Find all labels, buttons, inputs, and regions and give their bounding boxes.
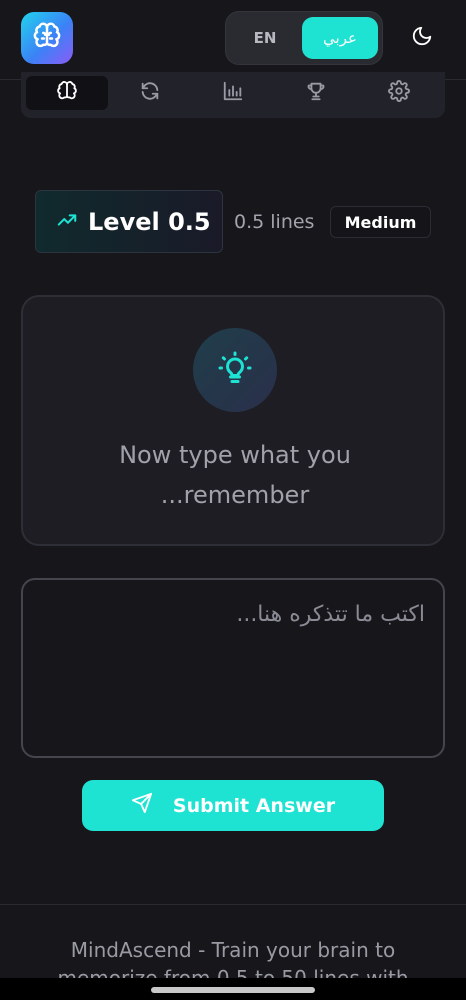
prompt-card: Now type what you ...remember [21, 295, 445, 546]
level-label: Level 0.5 [88, 207, 211, 236]
lang-en-button[interactable]: EN [230, 17, 300, 59]
home-indicator[interactable] [151, 987, 315, 993]
level-card: Level 0.5 [35, 190, 223, 253]
app-logo[interactable] [21, 12, 73, 64]
refresh-icon [139, 80, 161, 106]
app-header: EN عربي [0, 0, 466, 80]
lang-ar-button[interactable]: عربي [302, 17, 378, 59]
lightbulb-badge [193, 328, 277, 412]
nav-tabs [21, 72, 445, 118]
footer-line-1: MindAscend - Train your brain to [70, 938, 396, 962]
tab-practice[interactable] [26, 76, 108, 110]
brain-icon [56, 80, 78, 106]
submit-answer-button[interactable]: Submit Answer [82, 780, 384, 831]
difficulty-badge: Medium [330, 206, 431, 238]
trending-up-icon [56, 209, 78, 235]
footer-divider [0, 904, 466, 905]
lightbulb-icon [217, 350, 253, 390]
tab-stats[interactable] [192, 76, 274, 110]
brain-icon [32, 21, 62, 55]
answer-input[interactable] [21, 578, 445, 758]
moon-icon [411, 25, 433, 51]
prompt-line-2: ...remember [160, 481, 310, 509]
submit-label: Submit Answer [172, 794, 336, 817]
tab-review[interactable] [109, 76, 191, 110]
gear-icon [388, 80, 410, 106]
lines-count: 0.5 lines [234, 211, 315, 233]
prompt-line-1: Now type what you [119, 441, 351, 469]
theme-toggle-button[interactable] [404, 22, 440, 54]
trophy-icon [305, 80, 327, 106]
language-toggle: EN عربي [225, 11, 383, 65]
send-icon [131, 792, 153, 819]
tab-achievements[interactable] [275, 76, 357, 110]
bar-chart-icon [222, 80, 244, 106]
tab-settings[interactable] [358, 76, 440, 110]
prompt-message: Now type what you ...remember [63, 435, 407, 515]
